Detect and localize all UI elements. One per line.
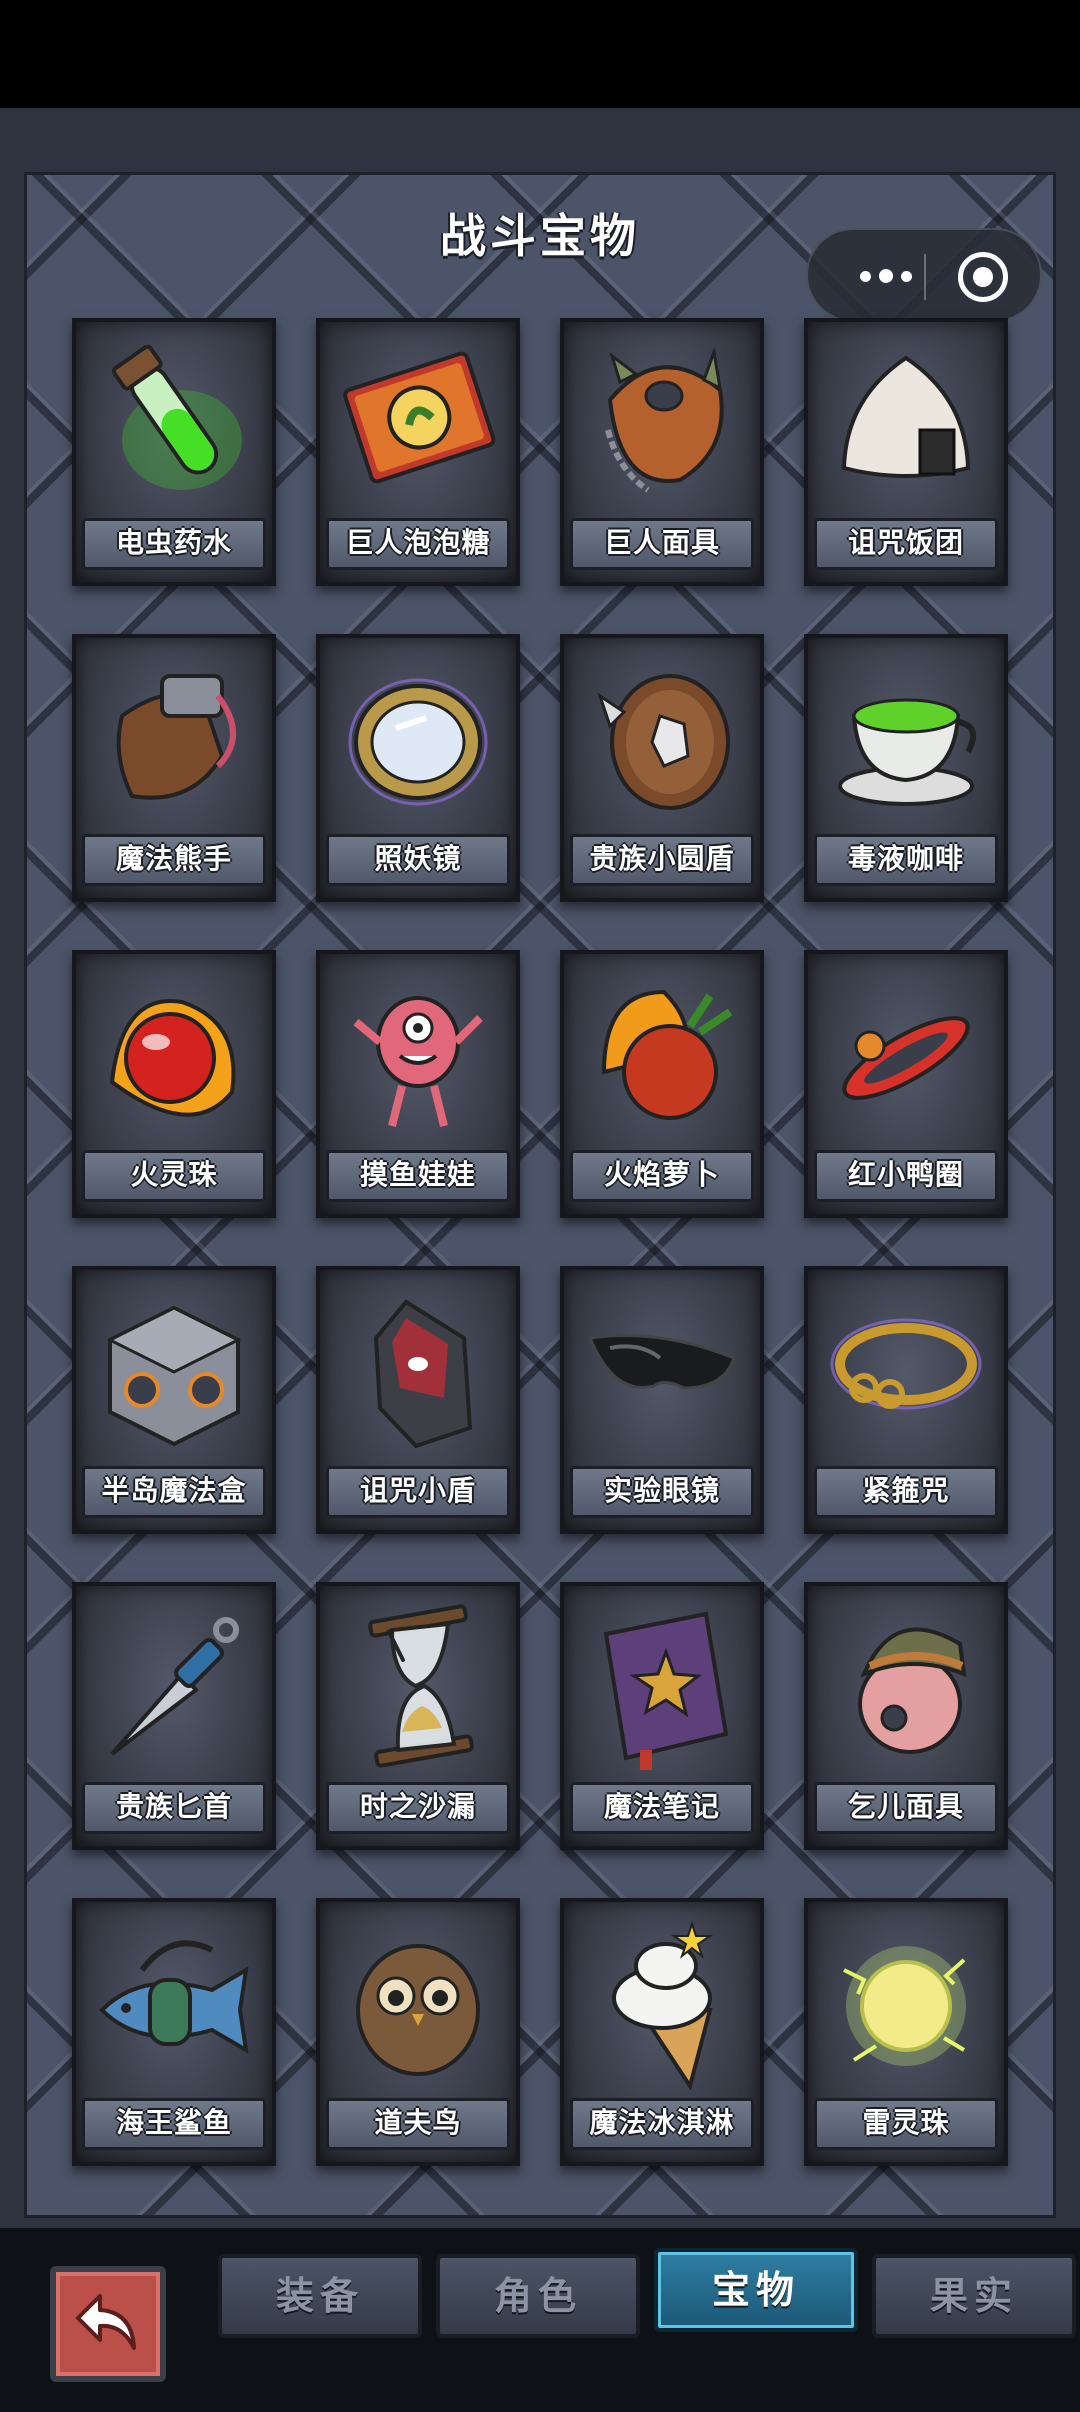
tab-fruits[interactable]: 果实	[872, 2254, 1076, 2338]
hourglass-icon	[368, 1604, 474, 1768]
treasure-name: 道夫鸟	[326, 2098, 510, 2150]
treasure-name: 照妖镜	[326, 834, 510, 886]
treasure-name: 巨人面具	[570, 518, 754, 570]
treasure-name: 火灵珠	[82, 1150, 266, 1202]
treasure-card[interactable]: 魔法冰淇淋	[560, 1898, 764, 2166]
back-button[interactable]	[50, 2266, 166, 2382]
magic-cube-icon	[106, 1305, 242, 1447]
treasure-name: 乞儿面具	[814, 1782, 998, 1834]
treasure-name: 时之沙漏	[326, 1782, 510, 1834]
owl-icon	[356, 1944, 480, 2076]
treasure-card[interactable]: 半岛魔法盒	[72, 1266, 276, 1534]
treasure-name: 魔法笔记	[570, 1782, 754, 1834]
treasure-card[interactable]: 火灵珠	[72, 950, 276, 1218]
treasure-card[interactable]: 雷灵珠	[804, 1898, 1008, 2166]
treasure-card[interactable]: 电虫药水	[72, 318, 276, 586]
treasure-card[interactable]: 毒液咖啡	[804, 634, 1008, 902]
red-swim-ring-icon	[842, 1016, 970, 1100]
treasure-name: 魔法冰淇淋	[570, 2098, 754, 2150]
tab-treasures[interactable]: 宝物	[654, 2248, 858, 2332]
treasure-card[interactable]: 火焰萝卜	[560, 950, 764, 1218]
treasure-name: 半岛魔法盒	[82, 1466, 266, 1518]
rice-ball-icon	[841, 355, 971, 478]
pink-doll-icon	[353, 996, 483, 1127]
treasure-card[interactable]: 时之沙漏	[316, 1582, 520, 1850]
tab-characters[interactable]: 角色	[436, 2254, 640, 2338]
treasure-card[interactable]: 贵族小圆盾	[560, 634, 764, 902]
treasure-card[interactable]: 照妖镜	[316, 634, 520, 902]
tab-equipment[interactable]: 装备	[218, 2254, 422, 2338]
cursed-shield-icon	[373, 1299, 473, 1449]
treasure-name: 火焰萝卜	[570, 1150, 754, 1202]
treasure-name: 巨人泡泡糖	[326, 518, 510, 570]
shark-icon	[99, 1940, 249, 2054]
treasure-card[interactable]: 贵族匕首	[72, 1582, 276, 1850]
fire-orb-icon	[109, 999, 236, 1117]
spellbook-icon	[603, 1611, 729, 1770]
treasure-name: 实验眼镜	[570, 1466, 754, 1518]
dagger-icon	[110, 1617, 239, 1756]
treasure-grid: 电虫药水 巨人泡泡糖 巨人面具 诅咒饭团 魔法熊手 照妖镜 贵族小圆盾 毒液咖啡…	[0, 0, 1080, 2230]
round-shield-icon	[597, 674, 730, 810]
treasure-card[interactable]: 巨人泡泡糖	[316, 318, 520, 586]
treasure-card[interactable]: 魔法笔记	[560, 1582, 764, 1850]
bear-paw-icon	[116, 674, 236, 800]
treasure-card[interactable]: 道夫鸟	[316, 1898, 520, 2166]
treasure-card[interactable]: 诅咒小盾	[316, 1266, 520, 1534]
treasure-name: 诅咒小盾	[326, 1466, 510, 1518]
treasure-card[interactable]: 魔法熊手	[72, 634, 276, 902]
treasure-name: 贵族小圆盾	[570, 834, 754, 886]
treasure-name: 魔法熊手	[82, 834, 266, 886]
goggles-icon	[587, 1334, 736, 1390]
fire-radish-icon	[601, 989, 733, 1120]
ice-cream-icon	[612, 1920, 714, 2090]
back-arrow-icon	[76, 2294, 136, 2350]
treasure-name: 紧箍咒	[814, 1466, 998, 1518]
treasure-card[interactable]: 实验眼镜	[560, 1266, 764, 1534]
treasure-name: 海王鲨鱼	[82, 2098, 266, 2150]
poison-cup-icon	[838, 698, 977, 806]
treasure-name: 贵族匕首	[82, 1782, 266, 1834]
treasure-card[interactable]: 乞儿面具	[804, 1582, 1008, 1850]
treasure-name: 雷灵珠	[814, 2098, 998, 2150]
treasure-card[interactable]: 诅咒饭团	[804, 318, 1008, 586]
gum-pack-icon	[343, 351, 496, 484]
thunder-orb-icon	[843, 1946, 966, 2066]
treasure-name: 毒液咖啡	[814, 834, 998, 886]
beggar-mask-icon	[858, 1627, 967, 1754]
treasure-card[interactable]: 紧箍咒	[804, 1266, 1008, 1534]
treasure-card[interactable]: 摸鱼娃娃	[316, 950, 520, 1218]
mirror-icon	[348, 678, 488, 806]
treasure-name: 摸鱼娃娃	[326, 1150, 510, 1202]
treasure-name: 电虫药水	[82, 518, 266, 570]
potion-tube-icon	[111, 344, 242, 490]
treasure-card[interactable]: 海王鲨鱼	[72, 1898, 276, 2166]
spiked-mask-icon	[605, 346, 724, 493]
treasure-card[interactable]: 巨人面具	[560, 318, 764, 586]
treasure-name: 红小鸭圈	[814, 1150, 998, 1202]
treasure-name: 诅咒饭团	[814, 518, 998, 570]
treasure-card[interactable]: 红小鸭圈	[804, 950, 1008, 1218]
gold-band-icon	[830, 1318, 982, 1410]
